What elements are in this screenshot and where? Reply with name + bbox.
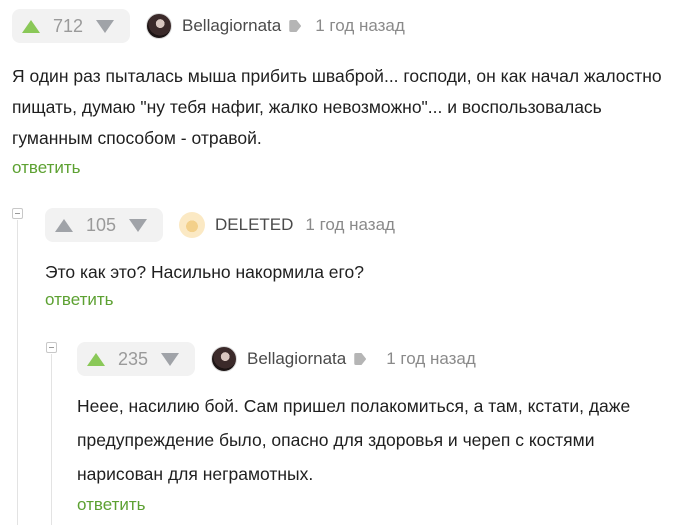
comment-header: 235 Bellagiornata 1 год назад: [77, 342, 687, 376]
reply-link[interactable]: ответить: [12, 158, 81, 178]
comment-text: Это как это? Насильно накормила его?: [45, 262, 364, 282]
comment-2: 105 DELETED 1 год назад Это как это? Нас…: [45, 208, 685, 310]
author-name: DELETED: [215, 215, 294, 234]
downvote-icon[interactable]: [96, 19, 114, 33]
upvote-icon[interactable]: [55, 218, 73, 232]
vote-widget: 105: [45, 208, 163, 242]
author-name[interactable]: Bellagiornata: [247, 349, 346, 369]
author-name[interactable]: Bellagiornata: [182, 16, 281, 36]
avatar: [179, 212, 205, 238]
tag-icon: [354, 353, 367, 365]
comment-text: Я один раз пыталась мыша прибить шваброй…: [12, 66, 662, 148]
avatar[interactable]: [146, 13, 172, 39]
thread-line: [17, 220, 18, 525]
comment-header: 105 DELETED 1 год назад: [45, 208, 685, 242]
comment-header: 712 Bellagiornata 1 год назад: [12, 9, 692, 43]
upvote-icon[interactable]: [22, 19, 40, 33]
rating-count: 105: [85, 214, 117, 235]
thread-line: [51, 354, 52, 525]
downvote-icon[interactable]: [129, 218, 147, 232]
collapse-branch-toggle[interactable]: [12, 208, 23, 219]
tag-icon: [289, 20, 302, 32]
timestamp: 1 год назад: [305, 215, 395, 234]
comment-1: 712 Bellagiornata 1 год назад Я один раз…: [12, 9, 692, 178]
vote-widget: 235: [77, 342, 195, 376]
avatar[interactable]: [211, 346, 237, 372]
rating-count: 235: [117, 348, 149, 369]
reply-link[interactable]: ответить: [77, 495, 146, 515]
downvote-icon[interactable]: [161, 352, 179, 366]
rating-count: 712: [52, 15, 84, 36]
vote-widget: 712: [12, 9, 130, 43]
upvote-icon[interactable]: [87, 352, 105, 366]
timestamp: 1 год назад: [386, 349, 476, 368]
comment-text: Неее, насилию бой. Сам пришел полакомить…: [77, 396, 631, 484]
collapse-branch-toggle[interactable]: [46, 342, 57, 353]
comment-3: 235 Bellagiornata 1 год назад Неее, наси…: [77, 342, 687, 515]
reply-link[interactable]: ответить: [45, 290, 114, 310]
timestamp: 1 год назад: [315, 16, 405, 35]
